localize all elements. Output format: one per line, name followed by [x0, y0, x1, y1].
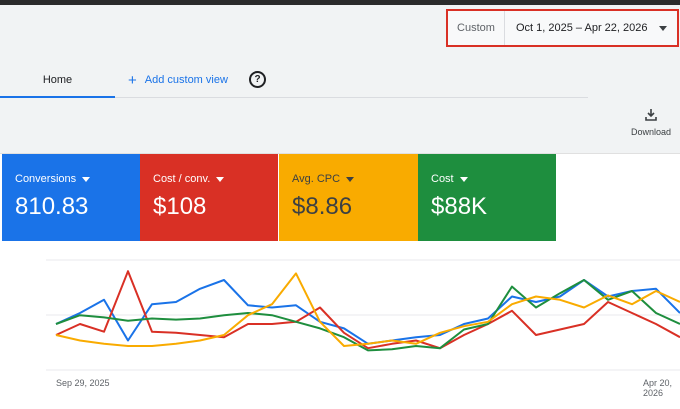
chevron-down-icon [346, 176, 355, 182]
help-icon[interactable]: ? [249, 71, 266, 88]
chevron-down-icon [659, 25, 668, 31]
chart-series [55, 270, 680, 352]
metric-card-cost-per-conv[interactable]: Cost / conv. $108 [140, 154, 278, 241]
plus-icon: + [128, 71, 137, 89]
metric-value: $88K [431, 193, 488, 220]
metric-label: Cost / conv. [153, 173, 211, 185]
performance-line-chart [46, 259, 680, 371]
x-axis-end-label: Apr 20, 2026 [643, 378, 673, 398]
metric-label: Avg. CPC [292, 173, 341, 185]
date-range-picker[interactable]: Custom Oct 1, 2025 – Apr 22, 2026 [446, 9, 679, 47]
metric-label: Conversions [15, 173, 77, 185]
top-strip [0, 0, 680, 5]
metric-card-avg-cpc[interactable]: Avg. CPC $8.86 [279, 154, 418, 241]
add-custom-view-label: Add custom view [144, 74, 228, 86]
tab-home-label: Home [42, 74, 73, 86]
chevron-down-icon [459, 176, 468, 182]
metric-value: $8.86 [292, 193, 353, 220]
metric-value: $108 [153, 193, 207, 220]
date-range-dropdown[interactable]: Oct 1, 2025 – Apr 22, 2026 [505, 22, 677, 34]
download-button[interactable]: Download [624, 108, 678, 142]
view-tabs: Home + Add custom view ? [0, 64, 588, 98]
metric-card-conversions[interactable]: Conversions 810.83 [2, 154, 140, 241]
chevron-down-icon [216, 176, 225, 182]
tab-home[interactable]: Home [0, 64, 115, 98]
download-icon [645, 109, 657, 121]
chevron-down-icon [82, 176, 91, 182]
x-axis-start-label: Sep 29, 2025 [56, 378, 110, 388]
metric-label: Cost [431, 173, 454, 185]
series-line-3 [55, 272, 680, 347]
series-line-0 [55, 279, 680, 345]
download-label: Download [630, 127, 672, 137]
metric-value: 810.83 [15, 193, 89, 220]
chart-grid [46, 259, 680, 371]
date-preset-label: Custom [448, 11, 505, 45]
metric-card-cost[interactable]: Cost $88K [418, 154, 556, 241]
date-range-text: Oct 1, 2025 – Apr 22, 2026 [516, 22, 648, 34]
add-custom-view-button[interactable]: + Add custom view [128, 64, 228, 96]
